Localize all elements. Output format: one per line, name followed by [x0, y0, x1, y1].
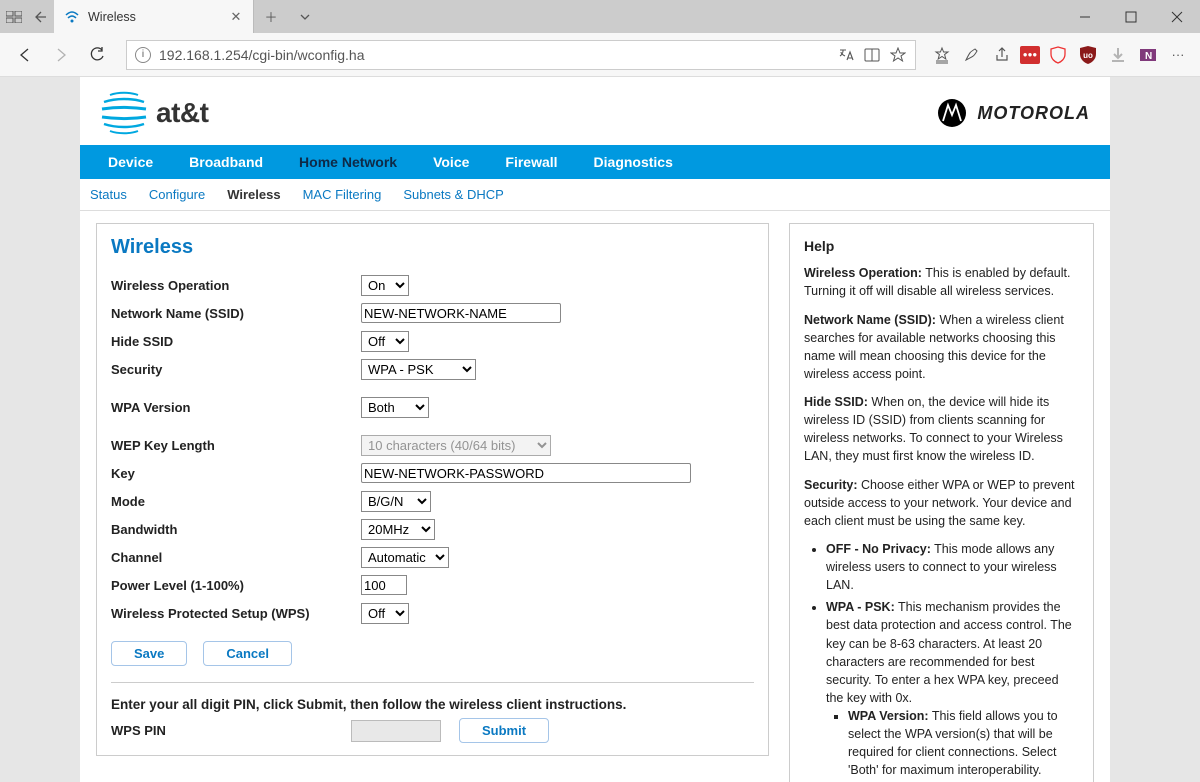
- subnav-wireless[interactable]: Wireless: [227, 183, 280, 206]
- mode-select[interactable]: B/G/N: [361, 491, 431, 512]
- browser-tabbar: Wireless ✕ ＋: [0, 0, 1200, 33]
- key-label: Key: [111, 466, 361, 481]
- topnav-broadband[interactable]: Broadband: [171, 145, 281, 179]
- help-panel: Help Wireless Operation: This is enabled…: [789, 223, 1094, 782]
- subnav-mac-filtering[interactable]: MAC Filtering: [303, 183, 382, 206]
- ssid-input[interactable]: [361, 303, 561, 323]
- shield-icon[interactable]: [1046, 43, 1070, 67]
- share-icon[interactable]: [990, 43, 1014, 67]
- ssid-label: Network Name (SSID): [111, 306, 361, 321]
- new-tab-button[interactable]: ＋: [254, 0, 288, 33]
- more-icon[interactable]: ···: [1166, 43, 1190, 67]
- submit-button[interactable]: Submit: [459, 718, 549, 743]
- topnav-diagnostics[interactable]: Diagnostics: [576, 145, 691, 179]
- help-off-b: OFF - No Privacy:: [826, 542, 931, 556]
- hide-ssid-select[interactable]: Off: [361, 331, 409, 352]
- help-ver-b: WPA Version:: [848, 709, 929, 723]
- help-wop-b: Wireless Operation:: [804, 266, 922, 280]
- att-text: at&t: [156, 97, 208, 129]
- wps-label: Wireless Protected Setup (WPS): [111, 606, 361, 621]
- help-hide-b: Hide SSID:: [804, 395, 868, 409]
- wpa-version-select[interactable]: Both: [361, 397, 429, 418]
- browser-tab[interactable]: Wireless ✕: [54, 0, 254, 33]
- att-globe-icon: [100, 89, 148, 137]
- tab-title: Wireless: [88, 10, 221, 24]
- motorola-icon: [937, 98, 967, 128]
- wifi-icon: [64, 9, 80, 25]
- help-title: Help: [804, 236, 1079, 256]
- wep-key-length-select[interactable]: 10 characters (40/64 bits): [361, 435, 551, 456]
- address-bar[interactable]: i 192.168.1.254/cgi-bin/wconfig.ha: [126, 40, 916, 70]
- window-close-button[interactable]: [1154, 0, 1200, 33]
- topnav-home-network[interactable]: Home Network: [281, 145, 415, 179]
- bandwidth-label: Bandwidth: [111, 522, 361, 537]
- topnav-device[interactable]: Device: [90, 145, 171, 179]
- motorola-logo: MOTOROLA: [937, 98, 1090, 128]
- tab-chevron-icon[interactable]: [288, 0, 322, 33]
- svg-text:uo: uo: [1083, 51, 1093, 60]
- wpa-version-label: WPA Version: [111, 400, 361, 415]
- bandwidth-select[interactable]: 20MHz: [361, 519, 435, 540]
- topnav-voice[interactable]: Voice: [415, 145, 487, 179]
- task-switch-icon[interactable]: [6, 9, 22, 25]
- wps-pin-label: WPS PIN: [111, 723, 333, 738]
- wep-key-length-label: WEP Key Length: [111, 438, 361, 453]
- onenote-icon[interactable]: N: [1136, 43, 1160, 67]
- topnav-firewall[interactable]: Firewall: [487, 145, 575, 179]
- top-nav: DeviceBroadbandHome NetworkVoiceFirewall…: [80, 145, 1110, 179]
- wps-pin-input[interactable]: [351, 720, 441, 742]
- wps-select[interactable]: Off: [361, 603, 409, 624]
- power-label: Power Level (1-100%): [111, 578, 361, 593]
- ublock-icon[interactable]: uo: [1076, 43, 1100, 67]
- forward-button[interactable]: [46, 40, 76, 70]
- help-ssid-b: Network Name (SSID):: [804, 313, 936, 327]
- panel-title: Wireless: [111, 236, 754, 259]
- site-info-icon[interactable]: i: [135, 47, 151, 63]
- reading-view-icon[interactable]: [863, 47, 881, 63]
- browser-toolbar: i 192.168.1.254/cgi-bin/wconfig.ha ●●● u…: [0, 33, 1200, 77]
- key-input[interactable]: [361, 463, 691, 483]
- att-logo: at&t: [100, 89, 208, 137]
- subnav-status[interactable]: Status: [90, 183, 127, 206]
- refresh-button[interactable]: [82, 40, 112, 70]
- pin-instructions: Enter your all digit PIN, click Submit, …: [111, 697, 754, 712]
- channel-select[interactable]: Automatic: [361, 547, 449, 568]
- main-panel: Wireless Wireless Operation On Network N…: [96, 223, 769, 756]
- wireless-operation-select[interactable]: On: [361, 275, 409, 296]
- power-input[interactable]: [361, 575, 407, 595]
- cancel-button[interactable]: Cancel: [203, 641, 292, 666]
- pen-icon[interactable]: [960, 43, 984, 67]
- security-label: Security: [111, 362, 361, 377]
- back-button[interactable]: [10, 40, 40, 70]
- help-psk-b: WPA - PSK:: [826, 600, 895, 614]
- url-text: 192.168.1.254/cgi-bin/wconfig.ha: [159, 47, 829, 63]
- wireless-operation-label: Wireless Operation: [111, 278, 361, 293]
- lastpass-icon[interactable]: ●●●: [1020, 46, 1040, 64]
- subnav-configure[interactable]: Configure: [149, 183, 205, 206]
- help-psk: This mechanism provides the best data pr…: [826, 600, 1072, 705]
- security-select[interactable]: WPA - PSK: [361, 359, 476, 380]
- download-icon[interactable]: [1106, 43, 1130, 67]
- router-admin-page: at&t MOTOROLA DeviceBroadbandHome Networ…: [80, 77, 1110, 782]
- subnav-subnets-dhcp[interactable]: Subnets & DHCP: [403, 183, 503, 206]
- favorite-icon[interactable]: [889, 47, 907, 63]
- save-button[interactable]: Save: [111, 641, 187, 666]
- channel-label: Channel: [111, 550, 361, 565]
- window-maximize-button[interactable]: [1108, 0, 1154, 33]
- task-back-icon[interactable]: [32, 9, 48, 25]
- translate-icon[interactable]: [837, 47, 855, 63]
- favorites-list-icon[interactable]: [930, 43, 954, 67]
- help-sec-b: Security:: [804, 478, 858, 492]
- motorola-text: MOTOROLA: [977, 103, 1090, 124]
- sub-nav: Status Configure Wireless MAC Filtering Subn…: [80, 179, 1110, 211]
- svg-text:N: N: [1145, 51, 1152, 62]
- tab-close-icon[interactable]: ✕: [229, 10, 243, 24]
- mode-label: Mode: [111, 494, 361, 509]
- window-minimize-button[interactable]: [1062, 0, 1108, 33]
- hide-ssid-label: Hide SSID: [111, 334, 361, 349]
